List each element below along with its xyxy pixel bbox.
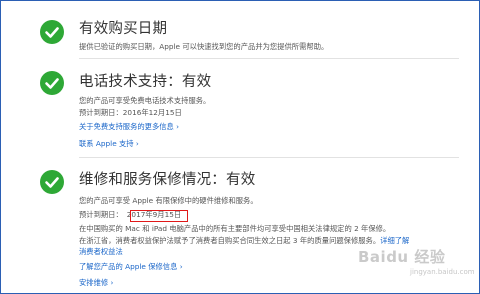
phone-support-title: 电话技术支持：有效 [79,74,212,90]
purchase-date-title: 有效购买日期 [79,21,168,37]
repair-coverage-description: 您的产品可享受 Apple 有限保修中的硬件维修和服务。 [79,196,258,205]
watermark-logo: Baidu 经验 [358,248,446,266]
china-warranty-note: 在中国购买的 Mac 和 iPad 电脑产品中的所有主要部件均可享受中国相关法律… [79,224,391,233]
free-support-link[interactable]: 关于免费支持服务的更多信息 › [79,122,179,132]
consumer-rights-link[interactable]: 消费者权益法 [79,247,123,257]
repair-coverage-title: 维修和服务保修情况：有效 [79,172,256,188]
expiry-highlight-box [130,210,188,222]
learn-more-link[interactable]: 详细了解 [380,236,409,245]
divider [79,58,459,59]
check-icon [40,71,64,95]
zhejiang-note: 在浙江省，消费者权益保护法赋予了消费者自购买合同生效之日起 3 年的质量问题保修… [79,236,409,246]
check-icon [40,170,64,194]
watermark-url: jingyan.baidu.com [410,268,475,276]
contact-apple-support-link[interactable]: 联系 Apple 支持 › [79,139,139,149]
expiry-label: 预计到期日： [79,210,123,219]
zhejiang-note-text: 在浙江省，消费者权益保护法赋予了消费者自购买合同生效之日起 3 年的质量问题保修… [79,236,381,245]
check-icon [40,20,64,44]
purchase-date-description: 提供已验证的购买日期，Apple 可以快速找到您的产品并为您提供所需帮助。 [79,42,329,51]
phone-support-expiry: 预计到期日：2016年12月15日 [79,108,182,117]
arrange-repair-link[interactable]: 安排维修 › [79,278,113,288]
divider [79,157,459,158]
apple-warranty-info-link[interactable]: 了解您产品的 Apple 保修信息 › [79,262,183,272]
phone-support-description: 您的产品可享受免费电话技术支持服务。 [79,96,211,105]
